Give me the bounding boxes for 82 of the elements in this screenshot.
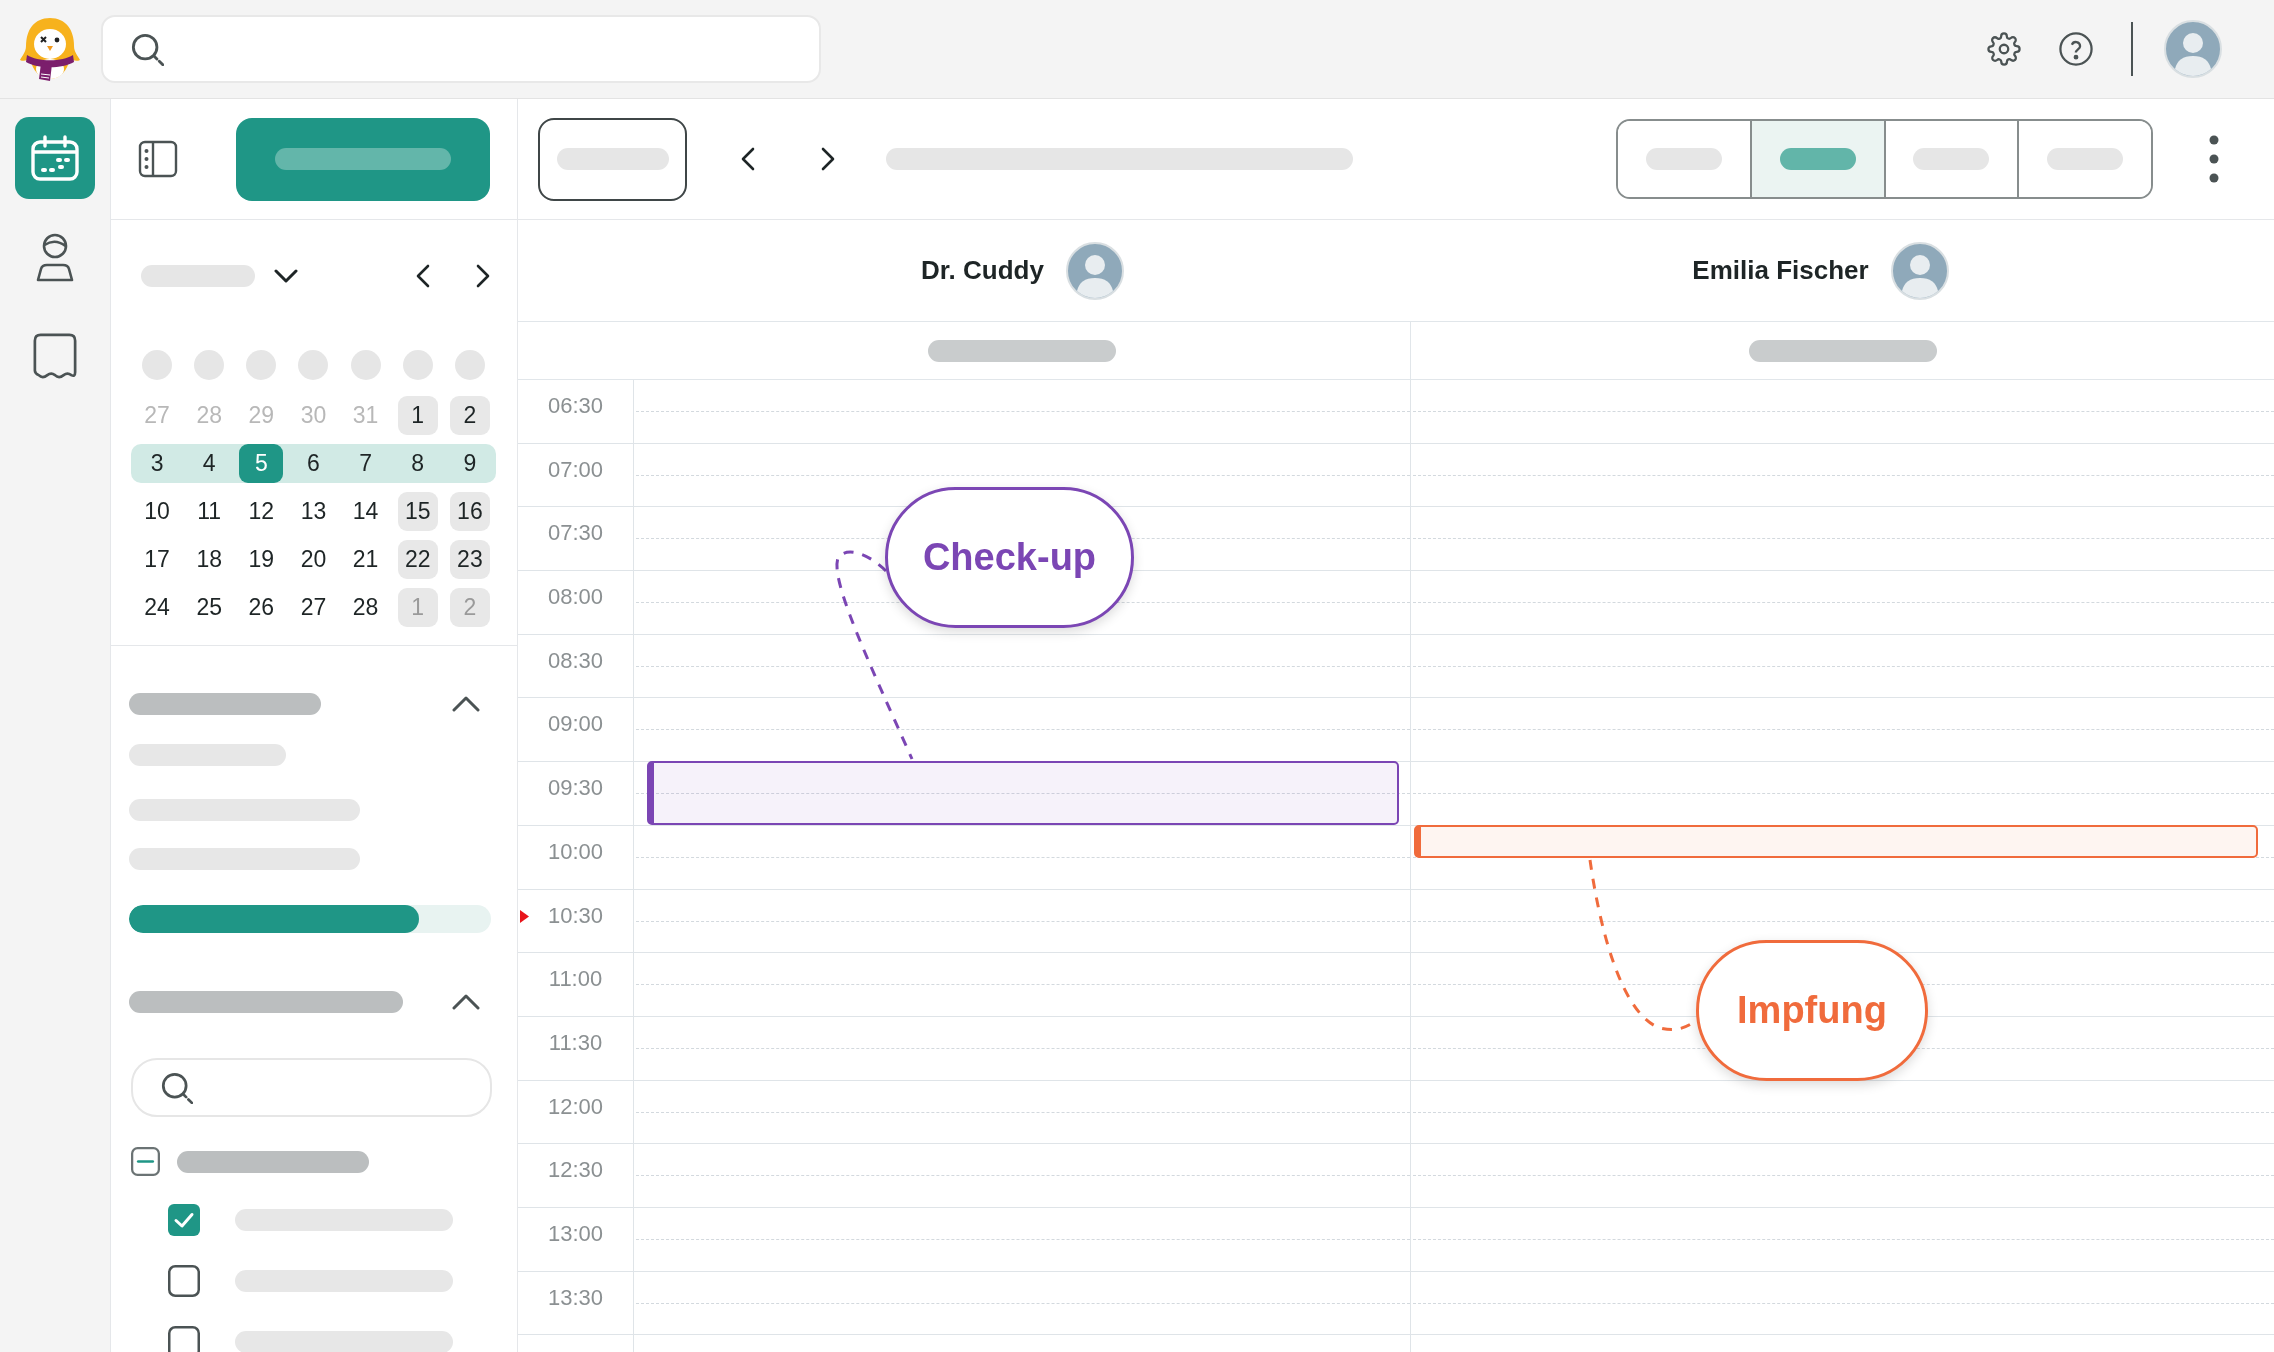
search-field[interactable] xyxy=(131,1058,492,1117)
resource-name: Dr. Cuddy xyxy=(921,254,1044,287)
time-label: 07:30 xyxy=(547,519,604,548)
calendar-day[interactable]: 24 xyxy=(137,588,178,627)
time-label: 12:30 xyxy=(547,1156,604,1185)
help-icon[interactable] xyxy=(2059,32,2093,66)
weekday-placeholder xyxy=(246,350,277,380)
event-block[interactable] xyxy=(1414,825,2258,858)
calendar-day[interactable]: 17 xyxy=(137,540,178,579)
calendar-day[interactable]: 2 xyxy=(449,396,490,435)
checkbox[interactable] xyxy=(168,1326,200,1352)
checkbox[interactable] xyxy=(131,1147,160,1176)
time-label: 13:30 xyxy=(547,1283,604,1312)
weekday-placeholder xyxy=(350,350,381,380)
sidebar-toggle-icon[interactable] xyxy=(138,140,178,178)
calendar-day[interactable]: 11 xyxy=(189,492,230,531)
time-label: 10:30 xyxy=(547,901,604,930)
primary-button[interactable] xyxy=(236,117,490,201)
calendar-day[interactable]: 22 xyxy=(397,540,438,579)
time-label: 09:30 xyxy=(547,774,604,803)
calendar-day[interactable]: 13 xyxy=(293,492,334,531)
calendar-day[interactable]: 26 xyxy=(241,588,282,627)
chevron-down-icon[interactable] xyxy=(274,269,298,283)
search-field[interactable] xyxy=(101,15,821,83)
calendar-day[interactable]: 19 xyxy=(241,540,282,579)
chevron-up-icon[interactable] xyxy=(452,994,480,1010)
avatar xyxy=(1065,241,1124,300)
outlined-button[interactable] xyxy=(538,117,687,201)
checkbox[interactable] xyxy=(168,1204,200,1236)
time-label: 06:30 xyxy=(547,392,604,420)
chevron-right-icon[interactable] xyxy=(476,264,490,288)
calendar-day[interactable]: 28 xyxy=(345,588,386,627)
time-label: 08:30 xyxy=(547,646,604,675)
time-label: 07:00 xyxy=(547,455,604,484)
calendar-day[interactable]: 10 xyxy=(137,492,178,531)
calendar-day[interactable]: 21 xyxy=(345,540,386,579)
chevron-left-icon[interactable] xyxy=(741,147,755,171)
time-label: 11:30 xyxy=(548,1028,603,1057)
search-icon xyxy=(131,32,164,66)
calendar-day[interactable]: 3 xyxy=(137,444,178,483)
calendar-day[interactable]: 18 xyxy=(189,540,230,579)
time-label: 09:00 xyxy=(547,710,604,739)
calendar-day[interactable]: 15 xyxy=(397,492,438,531)
calendar-day[interactable]: 8 xyxy=(397,444,438,483)
checkbox[interactable] xyxy=(168,1265,200,1297)
penguin-logo xyxy=(18,16,82,82)
calendar-day[interactable]: 1 xyxy=(397,396,438,435)
calendar-day[interactable]: 25 xyxy=(189,588,230,627)
calendar-day[interactable]: 5 xyxy=(239,444,284,483)
chevron-left-icon[interactable] xyxy=(416,264,430,288)
time-label: 11:00 xyxy=(548,965,603,994)
calendar-day[interactable]: 7 xyxy=(345,444,386,483)
calendar-day[interactable]: 20 xyxy=(293,540,334,579)
more-options-icon[interactable] xyxy=(2209,135,2219,183)
weekday-placeholder xyxy=(402,350,433,380)
time-label: 12:00 xyxy=(547,1092,604,1121)
event-block[interactable] xyxy=(647,761,1399,825)
nav-button[interactable] xyxy=(15,117,95,199)
weekday-placeholder xyxy=(298,350,329,380)
calendar-day[interactable]: 9 xyxy=(449,444,490,483)
time-label: 10:00 xyxy=(547,837,604,866)
calendar-day[interactable]: 6 xyxy=(293,444,334,483)
weekday-placeholder xyxy=(194,350,225,380)
calendar-day[interactable]: 14 xyxy=(345,492,386,531)
person-icon[interactable] xyxy=(35,232,75,282)
time-label: 08:00 xyxy=(547,583,604,612)
resource-name: Emilia Fischer xyxy=(1692,254,1869,287)
calendar-day[interactable]: 23 xyxy=(449,540,490,579)
calendar-day[interactable]: 12 xyxy=(241,492,282,531)
calendar-day[interactable]: 4 xyxy=(189,444,230,483)
search-icon xyxy=(161,1071,193,1104)
chevron-right-icon[interactable] xyxy=(821,147,835,171)
weekday-placeholder xyxy=(142,350,173,380)
avatar xyxy=(1890,241,1949,300)
weekday-placeholder xyxy=(454,350,485,380)
calendar-day[interactable]: 16 xyxy=(449,492,490,531)
calendar-icon xyxy=(31,135,79,181)
chevron-up-icon[interactable] xyxy=(452,696,480,712)
time-label: 13:00 xyxy=(547,1219,604,1248)
calendar-day[interactable]: 27 xyxy=(293,588,334,627)
settings-icon[interactable] xyxy=(1987,32,2021,66)
note-icon[interactable] xyxy=(32,331,78,381)
